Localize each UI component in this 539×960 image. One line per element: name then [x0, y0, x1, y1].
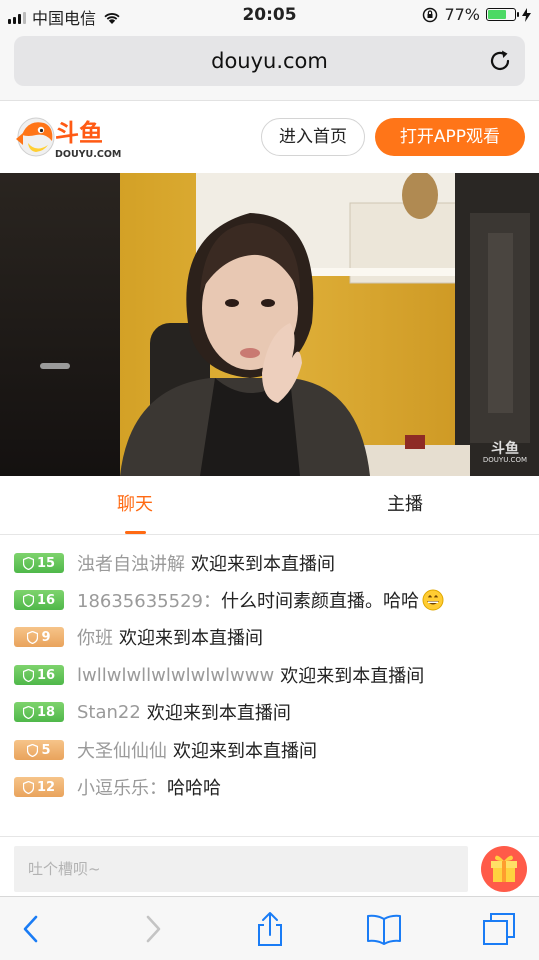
chat-text: 欢迎来到本直播间 — [173, 741, 317, 762]
tab-chat[interactable]: 聊天 — [0, 476, 270, 534]
chat-message: 12 小逗乐乐： 哈哈哈 — [14, 772, 221, 802]
chat-input[interactable] — [14, 846, 468, 892]
chat-username[interactable]: lwllwlwllwlwlwlwlwww — [77, 665, 274, 686]
level-shield-icon — [27, 743, 39, 757]
tab-chat-label: 聊天 — [117, 494, 153, 515]
chat-username[interactable]: Stan22 — [77, 702, 141, 723]
logo-subtext: DOUYU.COM — [55, 149, 121, 160]
chat-message: 9 你班 欢迎来到本直播间 — [14, 622, 263, 652]
level-shield-icon — [22, 705, 34, 719]
level-badge: 16 — [14, 665, 64, 685]
logo-text: 斗鱼 — [55, 119, 103, 147]
chat-username[interactable]: 18635635529： — [77, 587, 221, 613]
battery-icon — [486, 8, 519, 21]
chat-text: 哈哈哈 — [167, 778, 221, 799]
url-text[interactable]: douyu.com — [14, 49, 525, 73]
share-icon[interactable] — [252, 911, 288, 947]
home-page-button[interactable]: 进入首页 — [261, 118, 365, 156]
watermark-text: 斗鱼 — [490, 441, 519, 457]
level-number: 9 — [41, 629, 51, 645]
chat-username[interactable]: 小逗乐乐： — [77, 774, 167, 800]
address-bar[interactable]: douyu.com — [14, 36, 525, 86]
tab-streamer[interactable]: 主播 — [270, 476, 539, 534]
chat-text: 欢迎来到本直播间 — [280, 666, 425, 687]
status-bar: 中国电信 20:05 77% — [0, 0, 539, 30]
bookmarks-icon[interactable] — [366, 911, 402, 947]
browser-toolbar — [0, 896, 539, 960]
level-number: 16 — [36, 592, 56, 608]
level-shield-icon — [27, 630, 39, 644]
video-frame-image — [0, 173, 539, 476]
level-shield-icon — [22, 556, 34, 570]
browser-address-area: douyu.com — [0, 30, 539, 101]
back-icon[interactable] — [14, 911, 50, 947]
tab-bar: 聊天 主播 — [0, 476, 539, 535]
chat-message: 16 18635635529： 什么时间素颜直播。哈哈 — [14, 585, 444, 615]
chat-text: 什么时间素颜直播。哈哈 — [220, 591, 419, 612]
reload-icon[interactable] — [487, 48, 513, 74]
level-shield-icon — [22, 668, 34, 682]
level-number: 15 — [36, 555, 56, 571]
tab-streamer-label: 主播 — [387, 494, 423, 515]
level-badge: 12 — [14, 777, 64, 797]
chat-username[interactable]: 浊者自浊讲解 — [77, 550, 185, 576]
site-header: 斗鱼 DOUYU.COM 进入首页 打开APP观看 — [0, 101, 539, 173]
chat-message: 5 大圣仙仙仙 欢迎来到本直播间 — [14, 735, 317, 765]
level-badge: 5 — [14, 740, 64, 760]
open-app-button[interactable]: 打开APP观看 — [375, 118, 525, 156]
chat-message: 18 Stan22 欢迎来到本直播间 — [14, 697, 291, 727]
level-shield-icon — [22, 593, 34, 607]
chat-username[interactable]: 你班 — [77, 624, 113, 650]
forward-icon[interactable] — [134, 911, 170, 947]
grinning-face-icon — [422, 589, 444, 611]
active-tab-indicator — [125, 531, 146, 534]
douyu-logo[interactable]: 斗鱼 DOUYU.COM — [14, 111, 129, 163]
chat-text: 欢迎来到本直播间 — [119, 628, 263, 649]
battery-percent: 77% — [444, 5, 480, 24]
level-badge: 9 — [14, 627, 64, 647]
charging-icon — [522, 7, 531, 22]
level-badge: 18 — [14, 702, 64, 722]
level-number: 16 — [36, 667, 56, 683]
level-shield-icon — [22, 780, 34, 794]
chat-message: 15 浊者自浊讲解 欢迎来到本直播间 — [14, 548, 335, 578]
status-right: 77% — [422, 5, 531, 24]
level-badge: 16 — [14, 590, 64, 610]
level-badge: 15 — [14, 553, 64, 573]
video-watermark: 斗鱼 DOUYU.COM — [482, 441, 527, 466]
gift-button[interactable] — [481, 846, 527, 892]
tabs-icon[interactable] — [482, 911, 518, 947]
chat-text: 欢迎来到本直播间 — [191, 554, 335, 575]
level-number: 5 — [41, 742, 51, 758]
chat-text: 欢迎来到本直播间 — [146, 703, 291, 724]
watermark-subtext: DOUYU.COM — [482, 456, 527, 464]
live-video-player[interactable]: 斗鱼 DOUYU.COM — [0, 173, 539, 476]
orientation-lock-icon — [423, 7, 438, 22]
level-number: 12 — [36, 779, 56, 795]
chat-message: 16 lwllwlwllwlwlwlwlwww 欢迎来到本直播间 — [14, 660, 424, 690]
chat-input-bar — [0, 836, 539, 897]
level-number: 18 — [36, 704, 56, 720]
gift-icon — [491, 855, 517, 882]
chat-username[interactable]: 大圣仙仙仙 — [77, 737, 167, 763]
